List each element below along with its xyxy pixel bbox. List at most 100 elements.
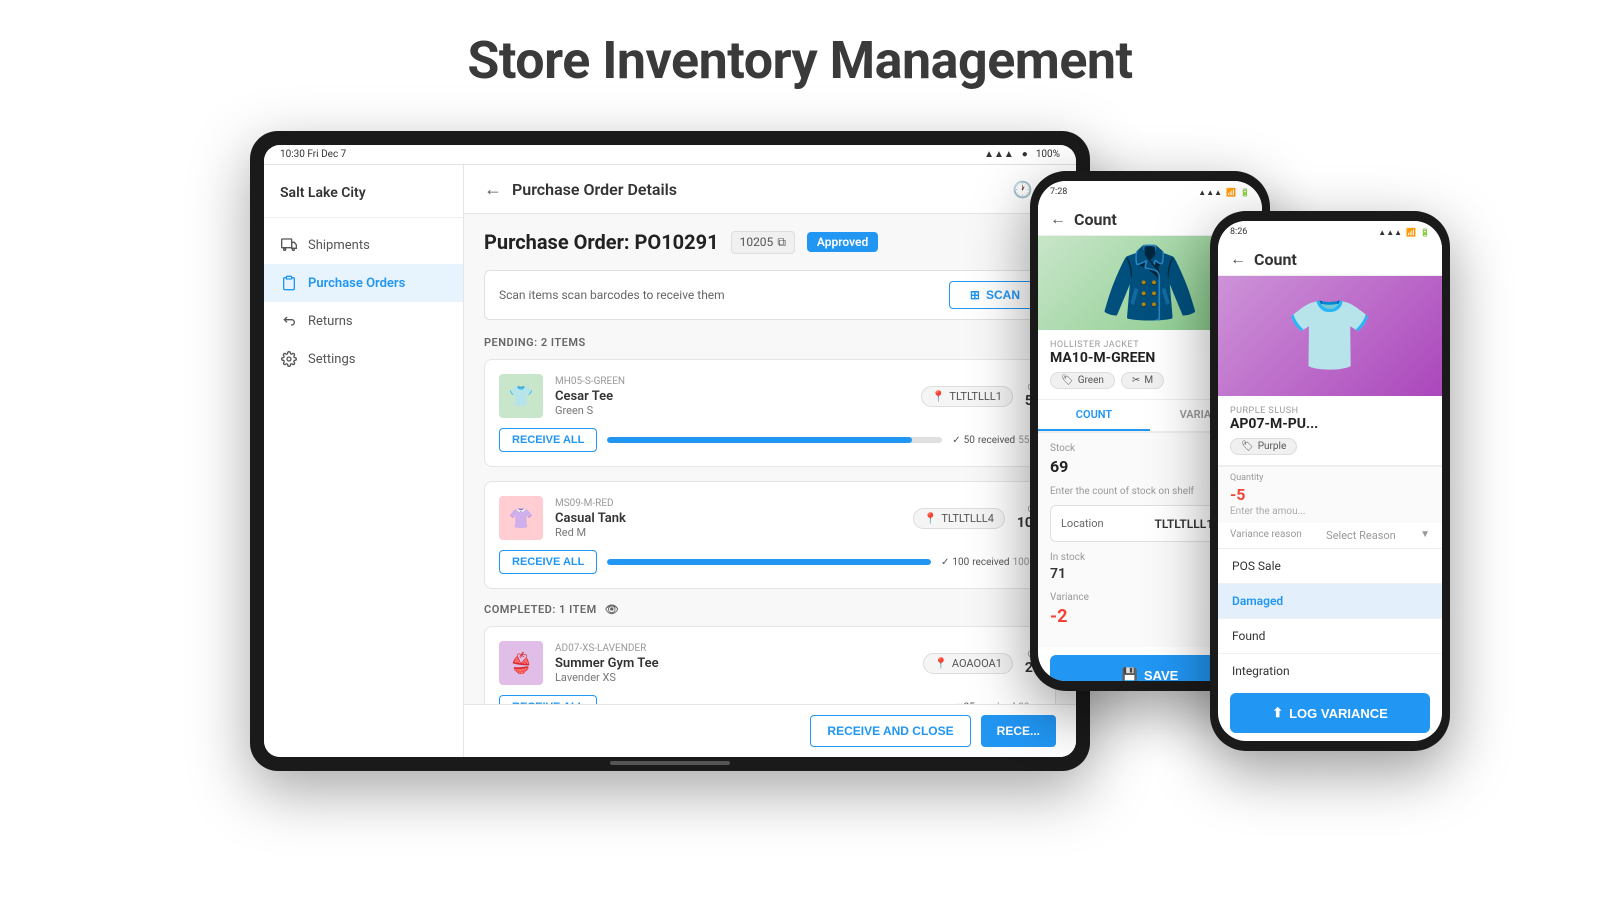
tab-count[interactable]: COUNT — [1038, 400, 1150, 431]
sidebar-settings-label: Settings — [308, 352, 355, 367]
phone-right-signal-icon: ▲▲▲ — [1378, 228, 1402, 237]
clipboard-icon — [280, 274, 298, 292]
top-bar: ← Purchase Order Details 🕐 + — [464, 165, 1076, 214]
item-card-cesar-tee: 👕 MH05-S-GREEN Cesar Tee Green S 📍 TLTLT… — [484, 359, 1056, 467]
phone-left-signal-icon: ▲▲▲ — [1198, 188, 1222, 197]
phone-right-screen: 8:26 ▲▲▲ 📶 🔋 ← Count 👕 PURPLE SLUSH AP07… — [1218, 221, 1442, 741]
sidebar: Salt Lake City Shipments Purchase Orders — [264, 165, 464, 757]
item-thumb-gym-tee: 👙 — [499, 641, 543, 685]
location-value: TLTLTLLL1 — [1154, 517, 1213, 531]
copy-icon[interactable]: ⧉ — [777, 235, 786, 250]
reason-damaged[interactable]: Damaged — [1218, 584, 1442, 619]
save-icon: 💾 — [1122, 667, 1138, 681]
phone-right-battery-icon: 🔋 — [1420, 228, 1430, 237]
back-button[interactable]: ← — [484, 179, 502, 200]
po-status-badge: Approved — [807, 232, 878, 252]
phone-right-status-bar: 8:26 ▲▲▲ 📶 🔋 — [1218, 221, 1442, 243]
variance-reason-list: Variance reason Select Reason ▼ POS Sale… — [1218, 523, 1442, 685]
phone-left-wifi-icon: 📶 — [1226, 188, 1236, 197]
chevron-down-icon: ▼ — [1420, 529, 1430, 542]
eye-icon[interactable]: 👁 — [605, 603, 619, 616]
phone-left-back-btn[interactable]: ← — [1050, 209, 1066, 229]
phone-right-device: 8:26 ▲▲▲ 📶 🔋 ← Count 👕 PURPLE SLUSH AP07… — [1210, 211, 1450, 751]
sidebar-item-settings[interactable]: Settings — [264, 340, 463, 378]
phone-left-nav-title: Count — [1074, 210, 1117, 229]
phone-right-product-name: AP07-M-PU... — [1230, 416, 1430, 432]
tablet-screen: 10:30 Fri Dec 7 ▲▲▲ ● 100% Salt Lake Cit… — [264, 145, 1076, 757]
sidebar-item-purchase-orders[interactable]: Purchase Orders — [264, 264, 463, 302]
phone-right-color-tag[interactable]: 🏷 Purple — [1230, 438, 1297, 455]
sidebar-item-shipments[interactable]: Shipments — [264, 226, 463, 264]
item-location-cesar-tee: 📍 TLTLTLLL1 — [921, 386, 1013, 407]
top-bar-left: ← Purchase Order Details — [484, 179, 677, 200]
progress-bar-cesar-tee — [607, 437, 942, 443]
tablet-time: 10:30 Fri Dec 7 — [280, 149, 346, 160]
item-name-tank: Casual Tank — [555, 511, 901, 526]
phone-left-time: 7:28 — [1050, 187, 1067, 197]
bottom-actions: RECEIVE AND CLOSE RECE... — [464, 704, 1076, 757]
phone-left-color-tag[interactable]: 🏷 Green — [1050, 372, 1115, 389]
content-area: Purchase Order: PO10291 10205 ⧉ Approved… — [464, 214, 1076, 757]
return-icon — [280, 312, 298, 330]
location-icon-tank: 📍 — [924, 512, 938, 525]
item-thumb-cesar-tee: 👕 — [499, 374, 543, 418]
item-name: Cesar Tee — [555, 389, 909, 404]
sidebar-item-returns[interactable]: Returns — [264, 302, 463, 340]
reason-found[interactable]: Found — [1218, 619, 1442, 654]
receive-all-btn-tank[interactable]: RECEIVE ALL — [499, 550, 597, 574]
receive-and-close-button[interactable]: RECEIVE AND CLOSE — [810, 715, 970, 747]
po-header: Purchase Order: PO10291 10205 ⧉ Approved — [484, 230, 1056, 254]
reason-integration[interactable]: Integration — [1218, 654, 1442, 685]
log-variance-button[interactable]: ⬆ LOG VARIANCE — [1230, 693, 1430, 733]
pending-section-header: PENDING: 2 ITEMS — [484, 336, 1056, 349]
select-reason-placeholder: Select Reason — [1326, 529, 1396, 542]
item-thumb-casual-tank: 👚 — [499, 496, 543, 540]
progress-bar-tank — [607, 559, 931, 565]
item-sku-tank: MS09-M-RED — [555, 498, 901, 509]
phone-left-battery-icon: 🔋 — [1240, 188, 1250, 197]
item-actions-tank: RECEIVE ALL ✓ 100 received 100 or — [499, 550, 1041, 574]
phone-right-wifi-icon: 📶 — [1406, 228, 1416, 237]
quantity-label: Quantity — [1230, 473, 1430, 483]
page-title: Store Inventory Management — [467, 30, 1132, 91]
po-number-badge: 10205 ⧉ — [731, 231, 795, 254]
item-name-gym-tee: Summer Gym Tee — [555, 656, 911, 671]
location-icon: 📍 — [932, 390, 946, 403]
reason-pos-sale[interactable]: POS Sale — [1218, 549, 1442, 584]
scan-label: Scan items scan barcodes to receive them — [499, 288, 725, 302]
devices-container: 10:30 Fri Dec 7 ▲▲▲ ● 100% Salt Lake Cit… — [250, 131, 1350, 851]
phone-right-product-image: 👕 — [1218, 276, 1442, 396]
scan-button[interactable]: ⊞ SCAN — [949, 281, 1041, 309]
item-variant-tank: Red M — [555, 526, 901, 539]
quantity-value: -5 — [1230, 485, 1430, 504]
phone-left-status-bar: 7:28 ▲▲▲ 📶 🔋 — [1038, 181, 1262, 203]
item-variant: Green S — [555, 404, 909, 417]
phone-right-product-tags: 🏷 Purple — [1230, 438, 1430, 455]
receive-button[interactable]: RECE... — [981, 715, 1056, 747]
item-location-tank: 📍 TLTLTLLL4 — [913, 508, 1005, 529]
item-sku: MH05-S-GREEN — [555, 376, 909, 387]
phone-left-size-tag[interactable]: ✂ M — [1121, 372, 1164, 389]
received-label-cesar-tee: ✓ 50 received 55 or — [952, 435, 1041, 446]
tag-icon: 🏷 — [1061, 375, 1074, 386]
scan-bar: Scan items scan barcodes to receive them… — [484, 270, 1056, 320]
item-info-casual-tank: MS09-M-RED Casual Tank Red M — [555, 498, 901, 539]
item-variant-gym-tee: Lavender XS — [555, 671, 911, 684]
phone-right-back-btn[interactable]: ← — [1230, 249, 1246, 269]
scan-icon: ⊞ — [970, 288, 980, 302]
phone-right-nav: ← Count — [1218, 243, 1442, 276]
item-info-gym-tee: AD07-XS-LAVENDER Summer Gym Tee Lavender… — [555, 643, 911, 684]
topbar-title: Purchase Order Details — [512, 180, 677, 199]
main-content: ← Purchase Order Details 🕐 + Purchase Or… — [464, 165, 1076, 757]
sidebar-shipments-label: Shipments — [308, 238, 370, 253]
tablet-wifi-icon: ● — [1022, 149, 1028, 160]
phone-right-nav-title: Count — [1254, 250, 1297, 269]
item-info-cesar-tee: MH05-S-GREEN Cesar Tee Green S — [555, 376, 909, 417]
history-icon[interactable]: 🕐 — [1013, 180, 1033, 199]
phone-right-count-section: Quantity -5 Enter the amou... — [1218, 466, 1442, 523]
location-label: Location — [1061, 517, 1104, 530]
tablet-battery: 100% — [1036, 149, 1060, 160]
variance-reason-header: Variance reason Select Reason ▼ — [1218, 523, 1442, 549]
receive-all-btn-cesar-tee[interactable]: RECEIVE ALL — [499, 428, 597, 452]
sidebar-po-label: Purchase Orders — [308, 276, 405, 291]
